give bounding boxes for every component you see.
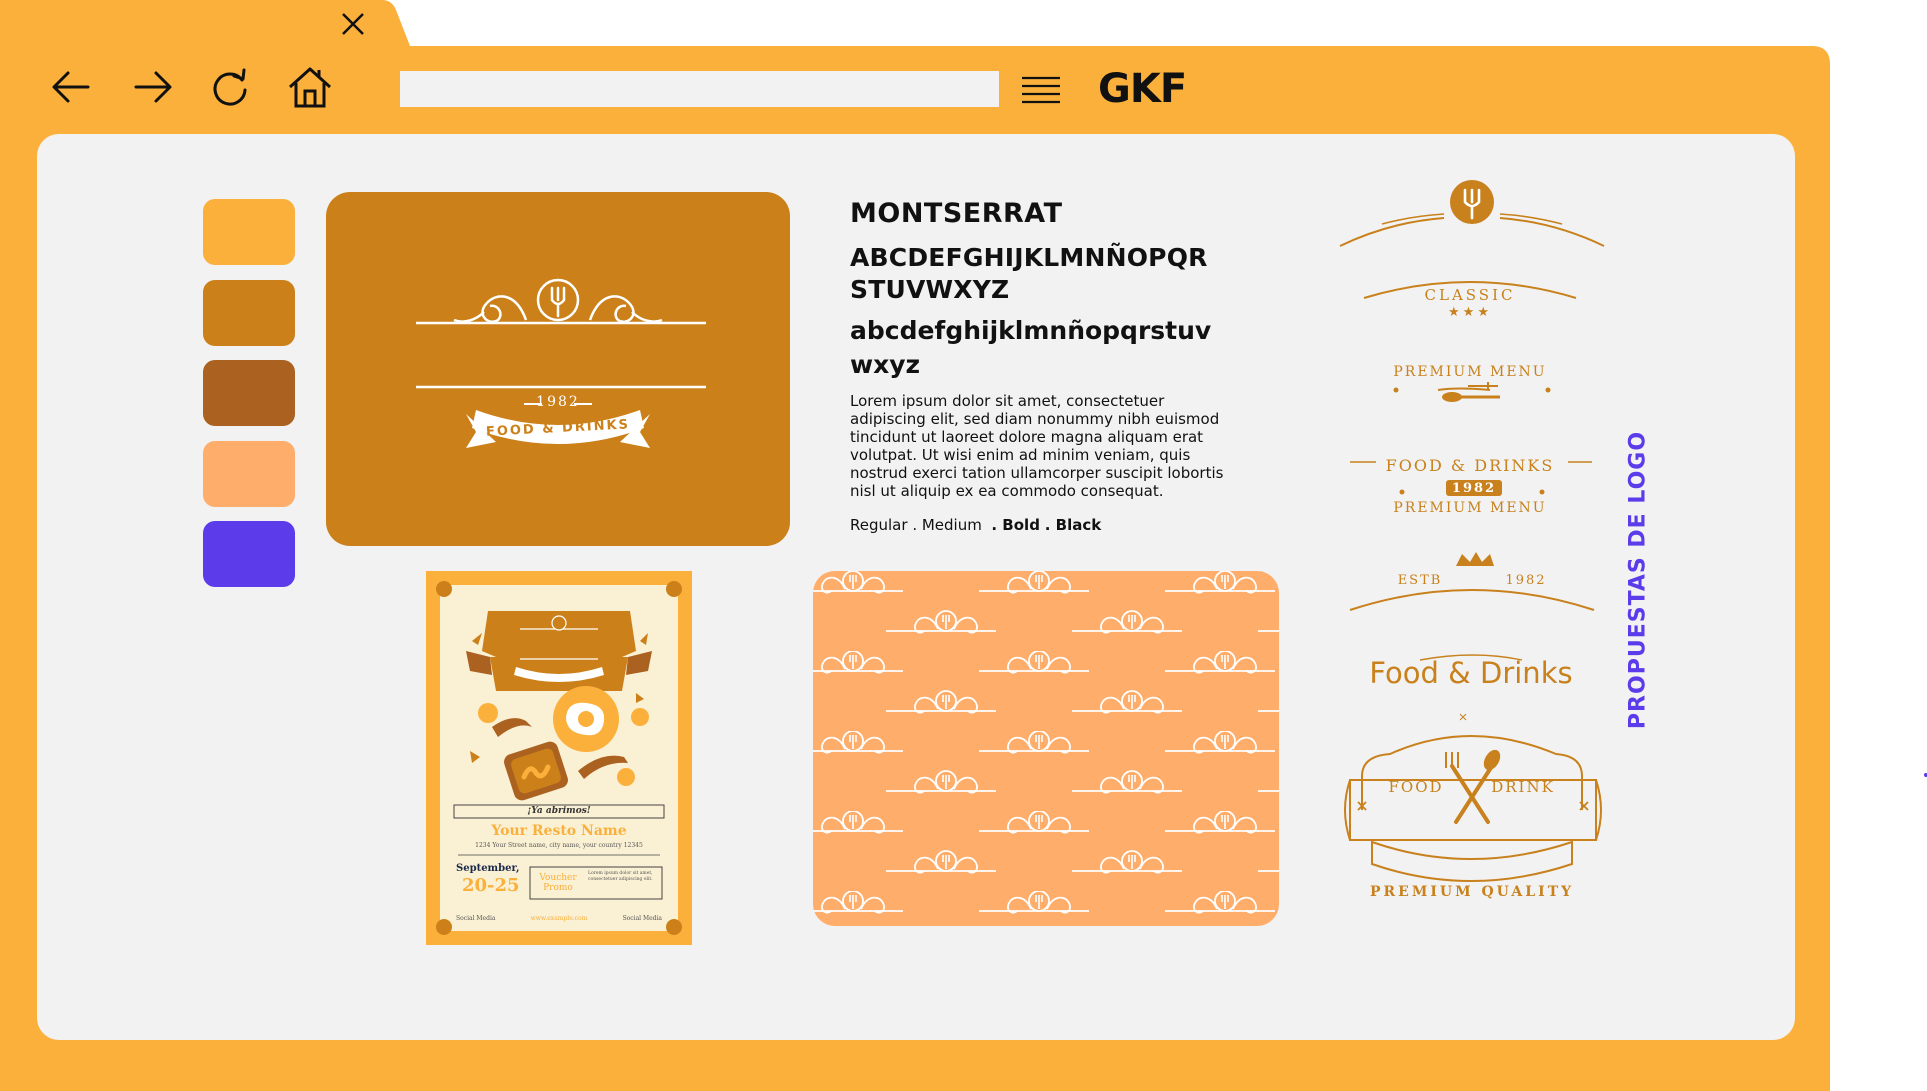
home-icon[interactable]: [285, 62, 335, 112]
weight-regular: Regular: [850, 516, 908, 534]
logo1-text: CLASSIC: [1424, 286, 1516, 304]
logo5-text: Food & Drinks: [1369, 656, 1573, 690]
logo3-top-text: FOOD & DRINKS: [1385, 456, 1555, 475]
color-swatch-4: [203, 441, 295, 507]
weight-black: . Black: [1044, 516, 1102, 534]
color-swatch-2: [203, 280, 295, 346]
flyer-voucher-1: Voucher: [539, 873, 577, 883]
font-name: MONTSERRAT: [850, 198, 1063, 229]
logo4-right-text: 1982: [1505, 573, 1547, 588]
close-icon[interactable]: [338, 9, 368, 39]
flyer-month: September,: [456, 863, 520, 874]
weight-medium: . Medium: [912, 516, 982, 534]
logo3-year: 1982: [1451, 481, 1497, 496]
logo6-right-text: DRINK: [1491, 778, 1555, 796]
back-arrow-icon[interactable]: [46, 62, 96, 112]
flyer-address: 1234 Your Street name, city name, your c…: [475, 842, 643, 849]
font-weights: Regular . Medium . Bold . Black: [850, 516, 1101, 534]
weight-bold: . Bold: [991, 516, 1040, 534]
main-logo-emblem: [416, 278, 706, 448]
logo6-left-text: FOOD: [1388, 778, 1444, 796]
logo4-left-text: ESTB: [1397, 573, 1443, 588]
logo3-bottom-text: PREMIUM MENU: [1393, 500, 1547, 516]
logo-proposals-art: [1339, 180, 1605, 882]
color-swatch-3: [203, 360, 295, 426]
logo6-bottom-text: PREMIUM QUALITY: [1370, 884, 1575, 900]
pattern-swatch: [813, 571, 1279, 926]
reload-icon[interactable]: [205, 62, 255, 112]
flyer-open-text: ¡Ya abrimos!: [527, 806, 591, 816]
logo1-stars: ★★★: [1448, 305, 1492, 320]
lowercase-sample: abcdefghijklmnñopqrstuv wxyz: [850, 316, 1212, 379]
hamburger-menu-icon[interactable]: [1020, 72, 1062, 108]
flyer-website: www.example.com: [530, 915, 588, 922]
main-logo-year: 1982: [536, 394, 580, 410]
logo-proposals-label: PROPUESTAS DE LOGO: [1625, 430, 1651, 730]
lorem-paragraph: Lorem ipsum dolor sit amet, consectetuer…: [850, 392, 1224, 500]
pattern-motif: [813, 571, 1279, 926]
flyer-year: 1982: [551, 667, 567, 674]
forward-arrow-icon[interactable]: [128, 62, 178, 112]
flyer-resto-name: Your Resto Name: [491, 823, 627, 839]
uppercase-sample: ABCDEFGHIJKLMNÑOPQR STUVWXYZ: [850, 243, 1208, 304]
color-swatch-5: [203, 521, 295, 587]
url-input[interactable]: [400, 71, 999, 107]
flyer-promo-desc: Lorem ipsum dolor sit amet, consectetuer…: [588, 871, 653, 882]
brand-logo[interactable]: GKF: [1098, 66, 1187, 112]
flyer-voucher-2: Promo: [543, 883, 573, 893]
flyer-dates: 20-25: [462, 875, 520, 896]
flyer-mockup: 1982 ¡Ya abrimos! Your Resto Name 1234 Y…: [426, 571, 692, 945]
logo2-text: PREMIUM MENU: [1393, 364, 1547, 380]
color-swatch-1: [203, 199, 295, 265]
flyer-social-left: Social Media: [456, 915, 496, 922]
main-logo-card: 1982 FOOD & DRINKS: [326, 192, 790, 546]
flyer-social-right: Social Media: [622, 915, 662, 922]
